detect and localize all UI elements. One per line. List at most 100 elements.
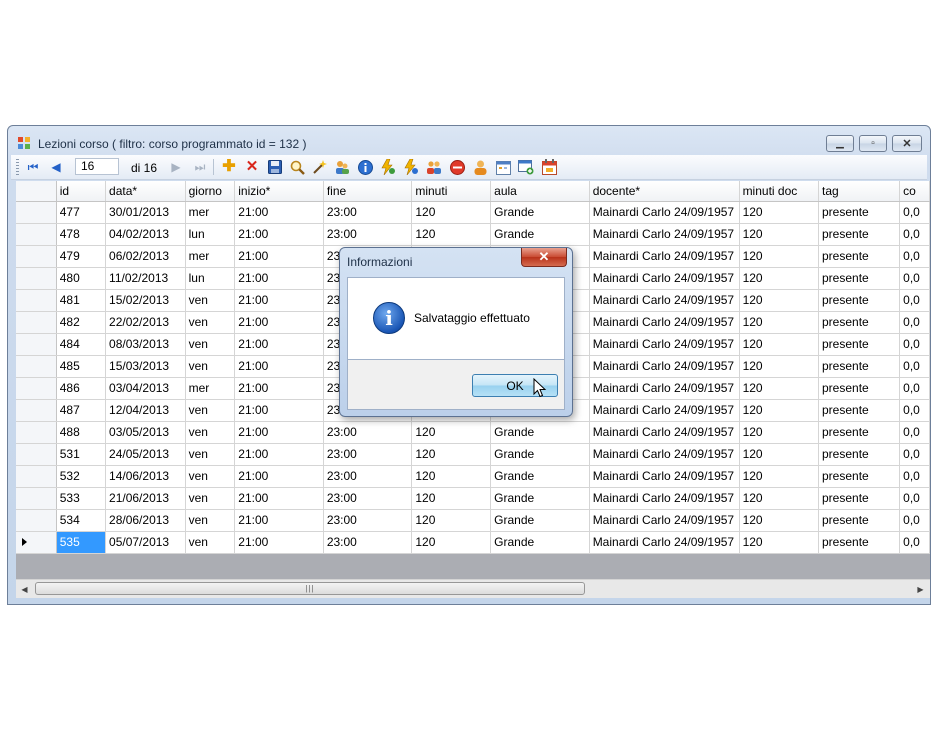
table-cell[interactable]: 120	[411, 465, 492, 488]
table-cell[interactable]: 120	[411, 487, 492, 510]
table-cell[interactable]: 23:00	[323, 201, 413, 224]
dialog-close-button[interactable]: ✕	[521, 248, 567, 267]
table-cell[interactable]: 120	[739, 509, 820, 532]
table-cell[interactable]: Grande	[490, 223, 590, 246]
move-next-button[interactable]: ▶	[168, 159, 184, 175]
table-row[interactable]: 534 28/06/2013 ven 21:00 23:00 120 Grande Maina…	[16, 509, 930, 532]
table-cell[interactable]: ven	[185, 289, 236, 312]
table-cell[interactable]: Mainardi Carlo 24/09/1957	[589, 443, 740, 466]
table-cell[interactable]: Mainardi Carlo 24/09/1957	[589, 509, 740, 532]
table-cell[interactable]: 482	[56, 311, 107, 334]
row-header[interactable]	[16, 267, 57, 290]
table-row[interactable]: 478 04/02/2013 lun 21:00 23:00 120 Grande Maina…	[16, 223, 930, 246]
title-bar[interactable]: Lezioni corso ( filtro: corso programmat…	[8, 126, 930, 156]
toolbar-grip[interactable]	[16, 159, 19, 175]
table-cell[interactable]: 478	[56, 223, 107, 246]
users-button[interactable]	[334, 159, 350, 175]
table-cell[interactable]: Mainardi Carlo 24/09/1957	[589, 377, 740, 400]
column-header[interactable]: minuti doc	[739, 181, 820, 202]
horizontal-scrollbar[interactable]: ◀ ||| ▶	[16, 579, 930, 598]
table-cell[interactable]: Mainardi Carlo 24/09/1957	[589, 421, 740, 444]
row-header[interactable]	[16, 509, 57, 532]
table-cell[interactable]: 477	[56, 201, 107, 224]
table-cell[interactable]: 23:00	[323, 531, 413, 554]
table-cell[interactable]: Grande	[490, 509, 590, 532]
table-cell[interactable]: 120	[411, 421, 492, 444]
add-button[interactable]: ✚	[221, 159, 237, 175]
table-cell[interactable]: 0,0	[899, 531, 930, 554]
table-cell[interactable]: 15/02/2013	[105, 289, 186, 312]
row-header[interactable]	[16, 531, 57, 554]
table-cell[interactable]: 21:00	[234, 377, 324, 400]
table-cell[interactable]: 23:00	[323, 421, 413, 444]
table-cell[interactable]: 22/02/2013	[105, 311, 186, 334]
scroll-right-button[interactable]: ▶	[912, 580, 929, 598]
table-cell[interactable]: 120	[739, 377, 820, 400]
row-header[interactable]	[16, 377, 57, 400]
table-cell[interactable]: 21:00	[234, 311, 324, 334]
table-cell[interactable]: 532	[56, 465, 107, 488]
table-cell[interactable]: mer	[185, 201, 236, 224]
table-cell[interactable]: lun	[185, 267, 236, 290]
table-row[interactable]: 535 05/07/2013 ven 21:00 23:00 120 Grande Maina…	[16, 531, 930, 554]
table-cell[interactable]: 120	[739, 465, 820, 488]
row-header[interactable]	[16, 223, 57, 246]
calendar-button[interactable]	[495, 159, 511, 175]
table-cell[interactable]: ven	[185, 355, 236, 378]
table-cell[interactable]: Mainardi Carlo 24/09/1957	[589, 487, 740, 510]
table-cell[interactable]: ven	[185, 465, 236, 488]
table-cell[interactable]: presente	[818, 443, 901, 466]
table-cell[interactable]: Grande	[490, 487, 590, 510]
table-cell[interactable]: 21:00	[234, 245, 324, 268]
table-cell[interactable]: 120	[739, 421, 820, 444]
minimize-button[interactable]: ▁	[826, 135, 854, 152]
table-cell[interactable]: presente	[818, 377, 901, 400]
table-cell[interactable]: 0,0	[899, 201, 930, 224]
close-button[interactable]: ✕	[892, 135, 922, 152]
table-cell[interactable]: 0,0	[899, 223, 930, 246]
table-cell[interactable]: 531	[56, 443, 107, 466]
table-cell[interactable]: 480	[56, 267, 107, 290]
table-cell[interactable]: 484	[56, 333, 107, 356]
table-cell[interactable]: presente	[818, 289, 901, 312]
table-cell[interactable]: 533	[56, 487, 107, 510]
table-row[interactable]: 531 24/05/2013 ven 21:00 23:00 120 Grande Maina…	[16, 443, 930, 466]
table-cell[interactable]: Grande	[490, 421, 590, 444]
column-header[interactable]: minuti	[411, 181, 492, 202]
table-cell[interactable]: 0,0	[899, 377, 930, 400]
table-cell[interactable]: 120	[739, 333, 820, 356]
group-button[interactable]	[426, 159, 442, 175]
row-header[interactable]	[16, 245, 57, 268]
column-header[interactable]: giorno	[185, 181, 236, 202]
table-cell[interactable]: ven	[185, 443, 236, 466]
table-cell[interactable]: 06/02/2013	[105, 245, 186, 268]
table-cell[interactable]: mer	[185, 377, 236, 400]
table-cell[interactable]: 120	[739, 487, 820, 510]
column-header[interactable]: inizio*	[234, 181, 324, 202]
table-cell[interactable]: 0,0	[899, 311, 930, 334]
table-cell[interactable]: presente	[818, 333, 901, 356]
table-cell[interactable]: presente	[818, 487, 901, 510]
row-header[interactable]	[16, 443, 57, 466]
table-cell[interactable]: 120	[411, 443, 492, 466]
table-cell[interactable]: Mainardi Carlo 24/09/1957	[589, 267, 740, 290]
table-cell[interactable]: 08/03/2013	[105, 333, 186, 356]
row-header[interactable]	[16, 487, 57, 510]
table-row[interactable]: 533 21/06/2013 ven 21:00 23:00 120 Grande Maina…	[16, 487, 930, 510]
table-cell[interactable]: 23:00	[323, 509, 413, 532]
table-cell[interactable]: 0,0	[899, 465, 930, 488]
column-header[interactable]: fine	[323, 181, 413, 202]
table-row[interactable]: 477 30/01/2013 mer 21:00 23:00 120 Grande Maina…	[16, 201, 930, 224]
table-cell[interactable]: 0,0	[899, 355, 930, 378]
person-button[interactable]	[472, 159, 488, 175]
table-cell[interactable]: 21:00	[234, 267, 324, 290]
move-last-button[interactable]: ⏭	[192, 159, 208, 175]
table-cell[interactable]: 21/06/2013	[105, 487, 186, 510]
table-cell[interactable]: 120	[739, 311, 820, 334]
table-cell[interactable]: 21:00	[234, 465, 324, 488]
table-cell[interactable]: 04/02/2013	[105, 223, 186, 246]
table-cell[interactable]: Mainardi Carlo 24/09/1957	[589, 289, 740, 312]
table-cell[interactable]: 0,0	[899, 443, 930, 466]
column-header[interactable]: co	[899, 181, 930, 202]
table-cell[interactable]: 28/06/2013	[105, 509, 186, 532]
